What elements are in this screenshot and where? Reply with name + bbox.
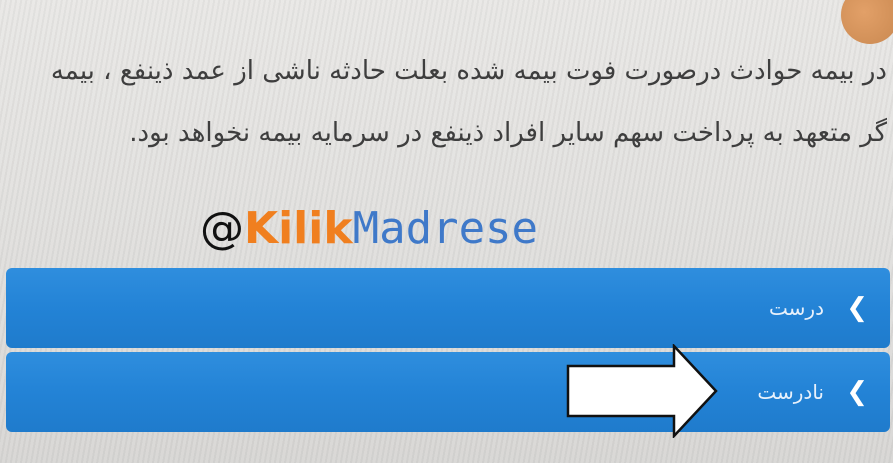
watermark-at: @ — [200, 203, 244, 254]
chevron-left-icon: ❮ — [846, 293, 868, 323]
answer-option-label: درست — [769, 296, 824, 320]
answer-option-label: نادرست — [757, 380, 824, 404]
answer-option-true[interactable]: ❮ درست — [6, 268, 890, 348]
corner-decoration — [841, 0, 893, 44]
watermark: @KilikMadrese — [200, 200, 538, 258]
answer-option-false[interactable]: ❮ نادرست — [6, 352, 890, 432]
question-text: در بیمه حوادث درصورت فوت بیمه شده بعلت ح… — [50, 56, 887, 148]
quiz-screen: در بیمه حوادث درصورت فوت بیمه شده بعلت ح… — [0, 0, 893, 463]
watermark-name: Madrese — [352, 203, 539, 254]
pointer-arrow-icon — [566, 344, 718, 438]
chevron-left-icon: ❮ — [846, 377, 868, 407]
watermark-brand: Kilik — [244, 203, 353, 254]
